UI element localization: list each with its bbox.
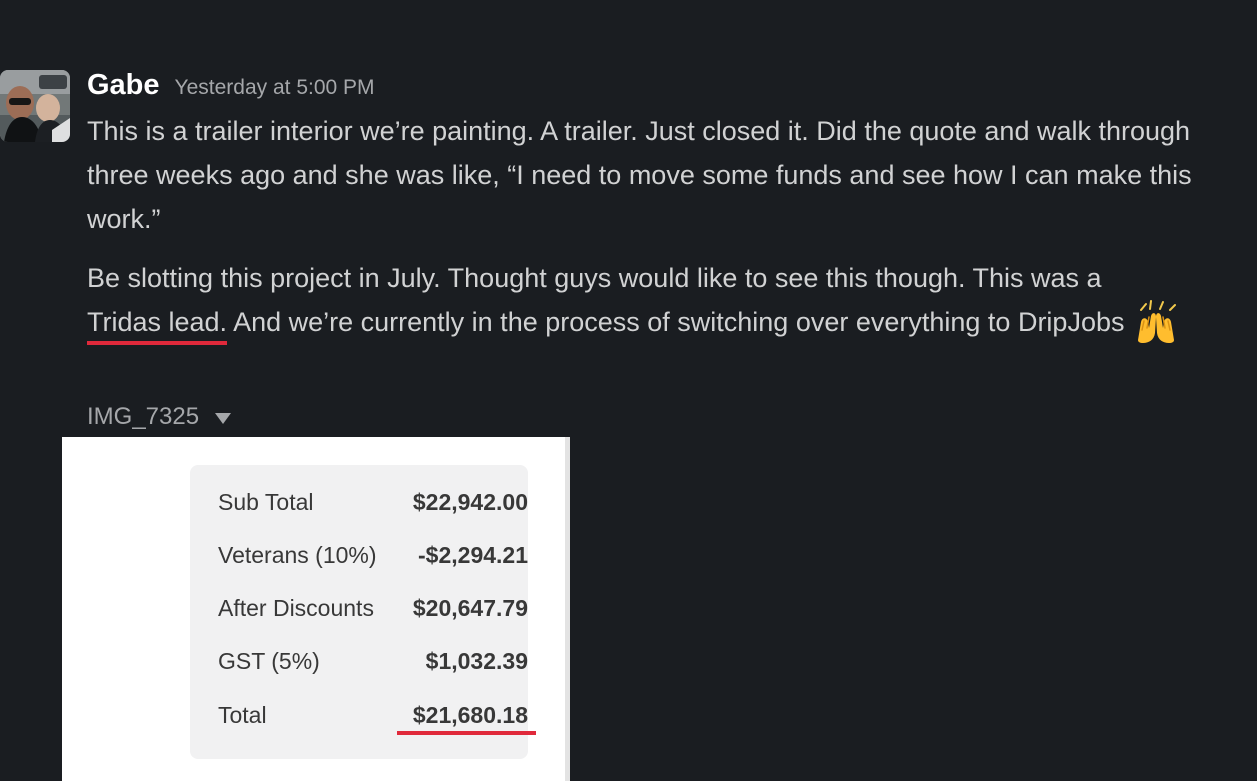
receipt-value: $1,032.39 [425,648,528,674]
total-value-underline [397,731,536,735]
message-paragraph-1: This is a trailer interior we’re paintin… [87,116,1192,234]
message-paragraph-2: Be slotting this project in July. Though… [87,256,1247,345]
attachment-edge-shadow [565,437,570,781]
message-header: Gabe Yesterday at 5:00 PM [87,68,375,106]
chat-message: Gabe Yesterday at 5:00 PM This is a trai… [0,0,1257,781]
receipt-row-gst: GST (5%) $1,032.39 [218,648,528,682]
receipt-label: GST (5%) [218,648,320,674]
receipt-value: -$2,294.21 [418,542,528,568]
highlighted-lead-text: Tridas lead. [87,305,228,345]
paragraph-text-after-highlight: And we’re currently in the process of sw… [227,307,1125,337]
raised-hands-emoji-icon [1132,300,1180,344]
paragraph-text-before-highlight: Be slotting this project in July. Though… [87,263,1102,293]
receipt-value: $20,647.79 [412,595,528,621]
receipt-label: Veterans (10%) [218,542,377,568]
receipt-row-sub-total: Sub Total $22,942.00 [218,489,528,523]
receipt-row-after-discounts: After Discounts $20,647.79 [218,595,528,629]
image-attachment[interactable]: Sub Total $22,942.00 Veterans (10%) -$2,… [62,437,570,781]
attachment-file-name[interactable]: IMG_7325 [87,403,199,431]
receipt-row-veterans: Veterans (10%) -$2,294.21 [218,542,528,576]
receipt-total-value: $21,680.18 [412,702,528,728]
sender-name[interactable]: Gabe [87,68,160,102]
chevron-down-icon[interactable] [215,412,232,424]
receipt-label: After Discounts [218,595,374,621]
receipt-label: Total [218,702,267,728]
receipt-label: Sub Total [218,489,314,515]
receipt-value: $22,942.00 [412,489,528,515]
message-timestamp[interactable]: Yesterday at 5:00 PM [175,71,375,105]
user-avatar[interactable] [0,70,70,142]
attachment-header[interactable]: IMG_7325 [87,400,232,434]
